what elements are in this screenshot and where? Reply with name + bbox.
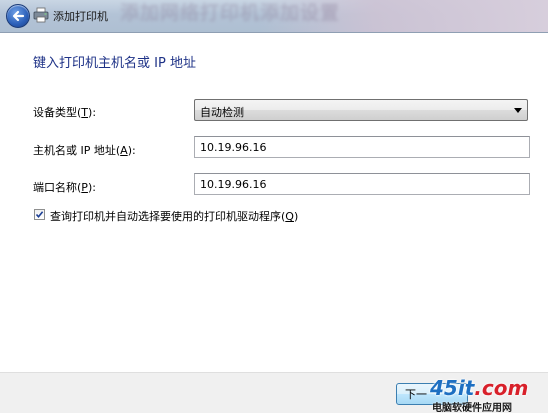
device-type-label-prefix: 设备类型( xyxy=(33,106,82,119)
device-type-label-suffix: ): xyxy=(88,106,97,119)
watermark-logo: 45it.com xyxy=(430,376,528,400)
query-driver-label[interactable]: 查询打印机并自动选择要使用的打印机驱动程序(Q) xyxy=(50,208,298,224)
page-heading: 键入打印机主机名或 IP 地址 xyxy=(33,56,196,71)
hostname-field-box xyxy=(194,136,530,158)
chevron-down-icon xyxy=(514,108,522,113)
query-driver-label-suffix: ) xyxy=(293,210,299,223)
back-button[interactable] xyxy=(6,4,30,28)
query-driver-label-key: Q xyxy=(285,210,294,223)
port-name-label-key: P xyxy=(81,181,88,194)
watermark-logo-main: 45it xyxy=(430,376,475,400)
title-bar: 添加网络打印机添加设置 添加打印机 xyxy=(0,0,548,33)
query-driver-label-prefix: 查询打印机并自动选择要使用的打印机驱动程序( xyxy=(50,210,286,223)
printer-icon xyxy=(33,7,49,23)
hostname-label-suffix: ): xyxy=(127,144,136,157)
port-name-label-suffix: ): xyxy=(87,181,96,194)
query-driver-checkbox[interactable] xyxy=(34,209,45,220)
window-title: 添加打印机 xyxy=(53,10,108,23)
port-name-label: 端口名称(P): xyxy=(33,179,96,195)
back-arrow-icon xyxy=(12,10,25,22)
site-watermark: 45it.com 电脑软硬件应用网 xyxy=(430,376,548,414)
device-type-label: 设备类型(T): xyxy=(33,104,96,120)
port-name-label-prefix: 端口名称( xyxy=(33,181,82,194)
device-type-select[interactable]: 自动检测 xyxy=(194,99,528,121)
background-banner-text: 添加网络打印机添加设置 xyxy=(120,2,341,24)
port-name-field-box xyxy=(194,173,530,195)
hostname-label: 主机名或 IP 地址(A): xyxy=(33,142,136,158)
checkmark-icon xyxy=(35,211,44,219)
port-name-input[interactable] xyxy=(195,174,529,194)
hostname-label-prefix: 主机名或 IP 地址( xyxy=(33,144,121,157)
watermark-logo-suffix: .com xyxy=(474,376,529,400)
hostname-input[interactable] xyxy=(195,137,529,157)
hostname-label-key: A xyxy=(120,144,128,157)
device-type-selected: 自动检测 xyxy=(200,106,244,119)
